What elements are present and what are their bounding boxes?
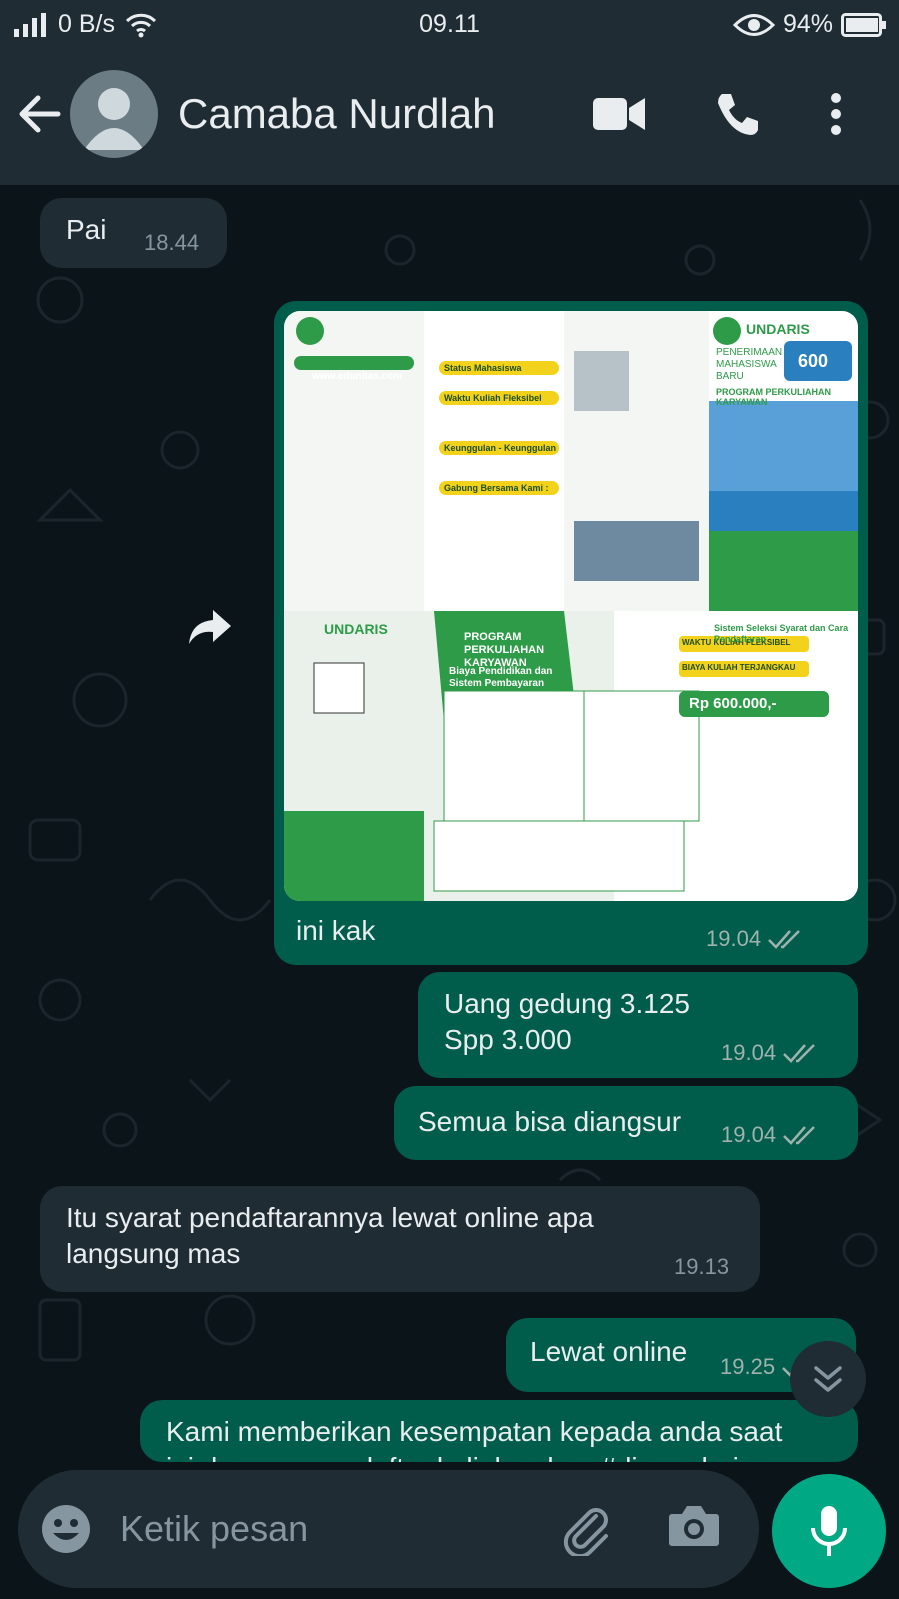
image-caption: ini kak — [296, 915, 376, 946]
microphone-icon — [811, 1506, 847, 1556]
flyer-logo-2: UNDARIS — [324, 621, 388, 637]
camera-icon[interactable] — [668, 1502, 720, 1548]
message-text: Lewat online — [530, 1336, 688, 1367]
message-time: 19.13 — [674, 1254, 730, 1279]
message-line: langsung mas — [66, 1238, 241, 1269]
read-receipt-icon — [768, 930, 800, 949]
flyer-gabung-heading: Gabung Bersama Kami : — [444, 483, 549, 493]
message-line: Uang gedung 3.125 — [444, 988, 690, 1019]
image-message[interactable]: www.edunitas.com Status Mahasiswa Waktu … — [274, 301, 868, 965]
chat-header: Camaba Nurdlah — [0, 48, 899, 185]
default-avatar-icon — [84, 88, 144, 150]
message-time: 19.04 — [721, 1122, 820, 1148]
message-composer: Ketik pesan — [18, 1470, 759, 1588]
message-in[interactable]: Pai 18.44 — [40, 198, 227, 268]
flyer-fleksibel-heading: Waktu Kuliah Fleksibel — [444, 393, 542, 403]
message-line: Spp 3.000 — [444, 1024, 572, 1055]
flyer-keunggulan-heading: Keunggulan - Keunggulan — [444, 443, 556, 453]
message-line: Itu syarat pendaftarannya lewat online a… — [66, 1202, 594, 1233]
message-line: Kami memberikan kesempatan kepada anda s… — [166, 1416, 783, 1447]
message-time: 19.04 — [721, 1040, 820, 1066]
flyer-status-heading: Status Mahasiswa — [444, 363, 522, 373]
contact-name[interactable]: Camaba Nurdlah — [178, 90, 496, 138]
eye-icon — [732, 13, 775, 36]
flyer-price-badge: 600 — [798, 351, 829, 371]
battery-icon — [841, 12, 886, 37]
battery-percent: 94% — [782, 10, 833, 38]
voice-message-button[interactable] — [772, 1474, 886, 1588]
flyer-website: www.edunitas.com — [312, 371, 403, 382]
double-chevron-down-icon — [814, 1366, 842, 1392]
emoji-icon[interactable] — [40, 1503, 92, 1555]
scroll-to-bottom-button[interactable] — [790, 1341, 866, 1417]
forward-icon[interactable] — [185, 600, 235, 650]
flyer-seleksi: Sistem Seleksi Syarat dan Cara Pendaftar… — [714, 623, 849, 644]
flyer-biaya: BIAYA KULIAH TERJANGKAU — [682, 663, 796, 672]
message-text: Pai — [66, 214, 107, 245]
read-receipt-icon — [783, 1044, 815, 1063]
flyer-logo: UNDARIS — [746, 321, 810, 337]
more-options-icon[interactable] — [830, 92, 842, 136]
message-in[interactable]: Itu syarat pendaftarannya lewat online a… — [40, 1186, 760, 1292]
avatar[interactable] — [70, 70, 158, 158]
read-receipt-icon — [783, 1126, 815, 1145]
flyer-program-banner: PROGRAM PERKULIAHAN KARYAWAN — [464, 631, 545, 669]
message-text: Semua bisa diangsur — [418, 1106, 682, 1137]
flyer-total-price: Rp 600.000,- — [689, 695, 777, 712]
flyer-cost-heading: Biaya Pendidikan dan Sistem Pembayaran — [449, 666, 553, 689]
attach-icon[interactable] — [558, 1500, 614, 1556]
flyer-title: PENERIMAAN MAHASISWA BARU — [716, 347, 783, 382]
status-bar: 0 B/s 09.11 94% — [0, 0, 899, 48]
message-out[interactable]: Uang gedung 3.125 Spp 3.000 19.04 — [418, 972, 858, 1078]
flyer-subtitle: PROGRAM PERKULIAHAN KARYAWAN — [716, 387, 832, 407]
message-input[interactable]: Ketik pesan — [120, 1508, 308, 1550]
flyer-image[interactable]: www.edunitas.com Status Mahasiswa Waktu … — [284, 311, 858, 901]
video-call-icon[interactable] — [593, 94, 645, 134]
voice-call-icon[interactable] — [714, 92, 758, 136]
message-time: 18.44 — [144, 230, 200, 255]
message-time: 19.04 — [706, 926, 805, 952]
back-arrow-icon[interactable] — [18, 92, 62, 136]
message-out[interactable]: Semua bisa diangsur 19.04 — [394, 1086, 858, 1160]
